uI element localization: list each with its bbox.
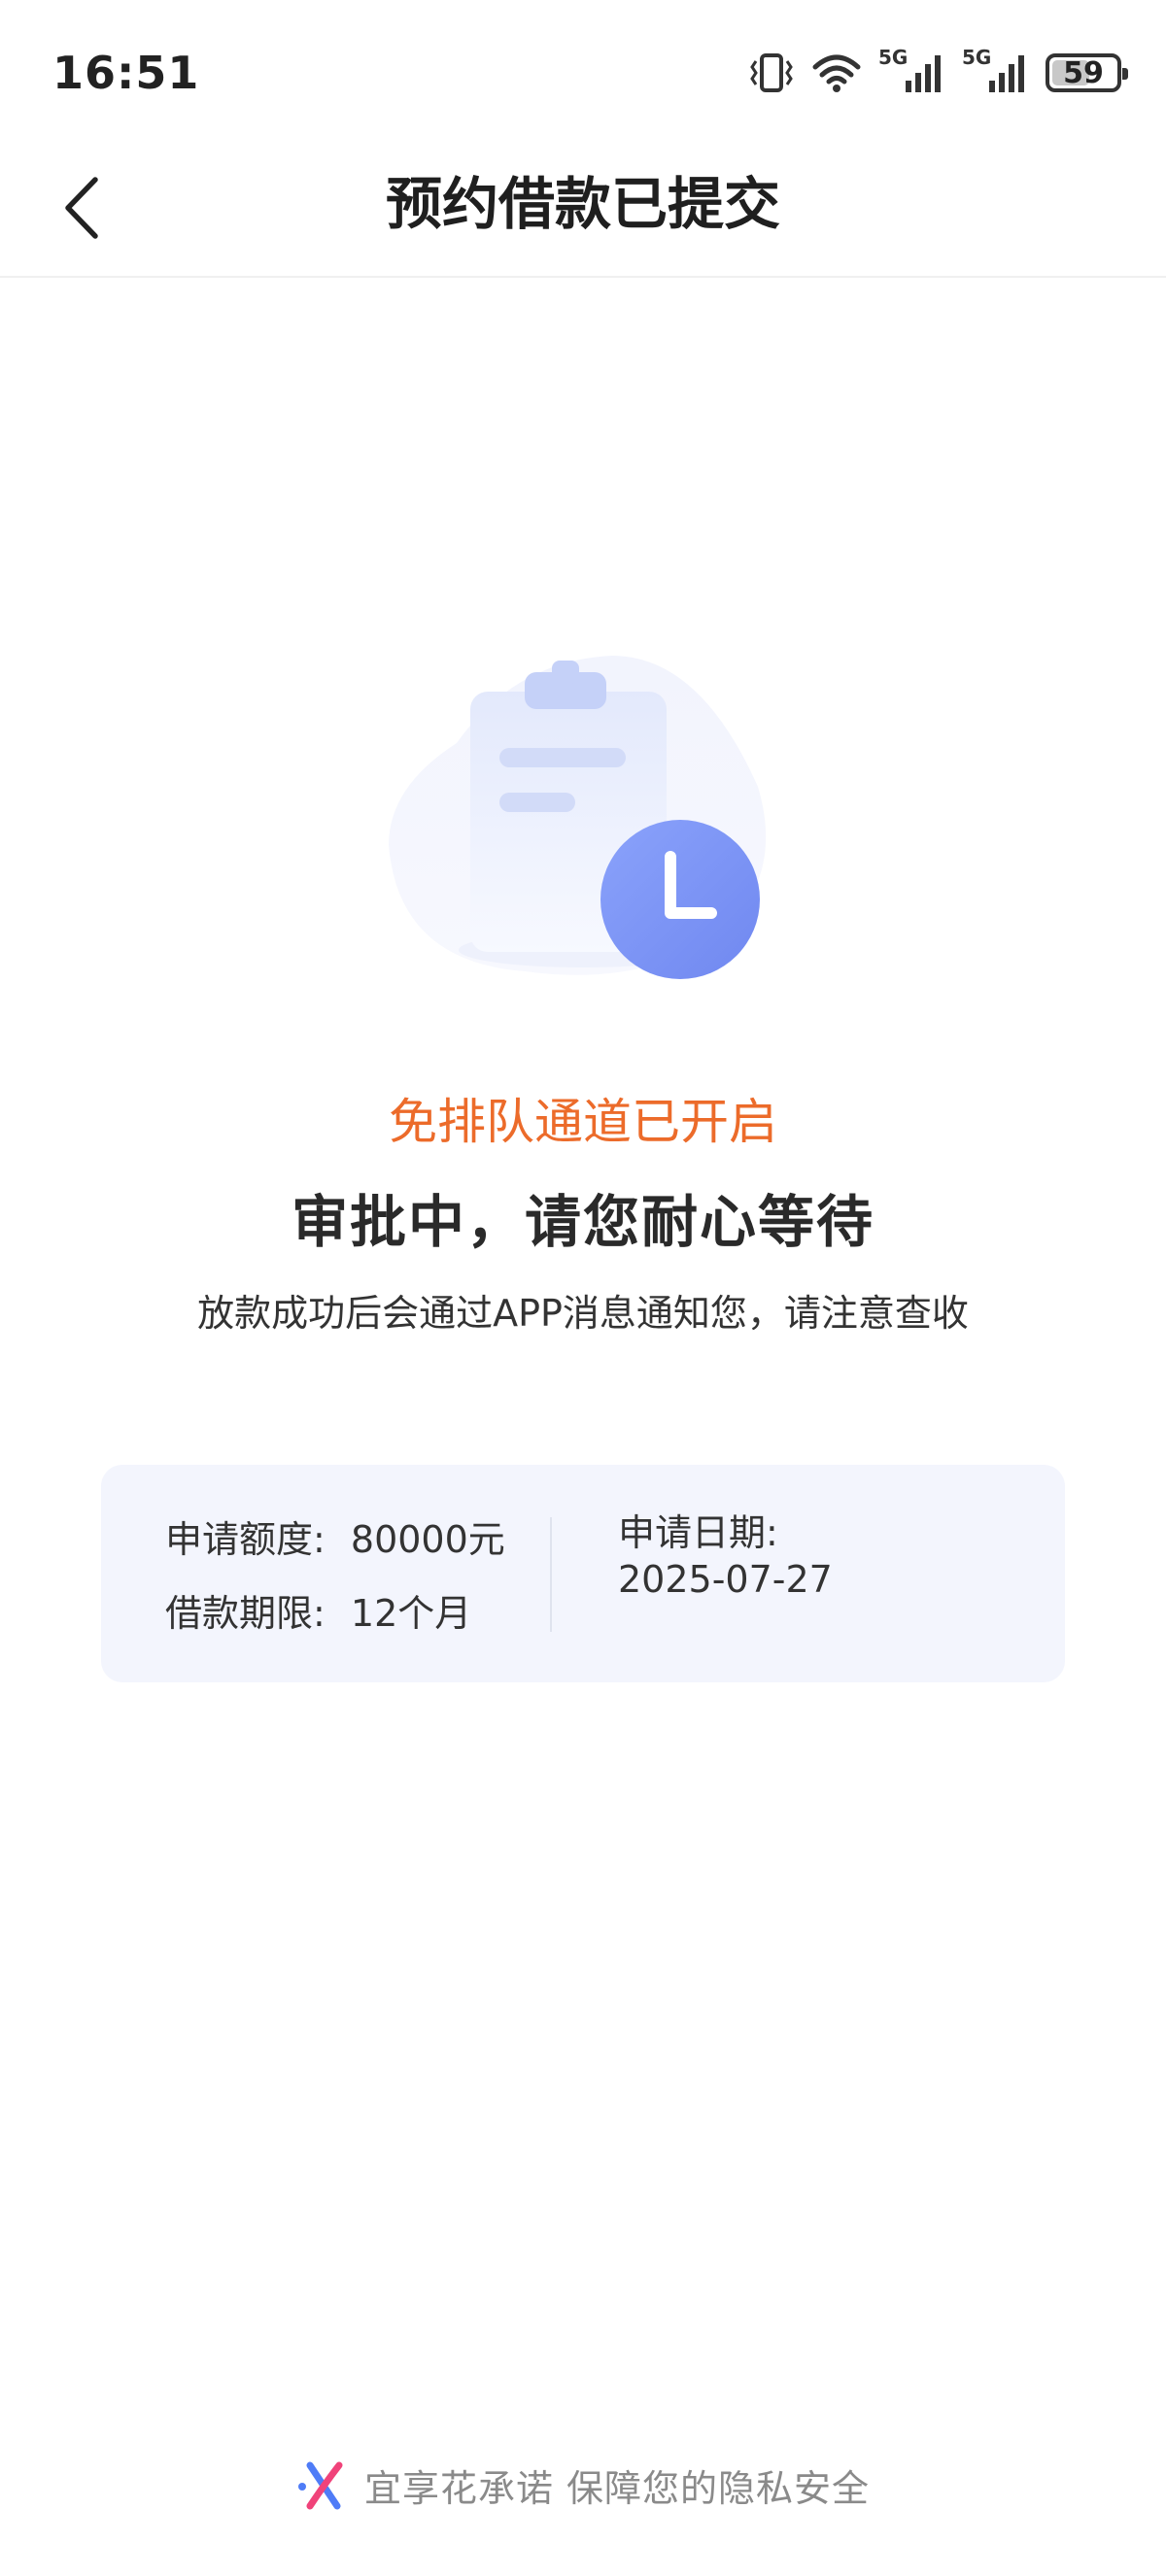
battery-percent: 59 <box>1063 55 1104 90</box>
battery-icon: 59 <box>1046 53 1128 92</box>
yixianghua-logo-icon <box>297 2461 343 2510</box>
page: 16:51 5G 5G 59 预约借款已提交 免排队通道已开启 审批中，请您耐心… <box>0 0 1166 2576</box>
wifi-icon <box>812 54 861 92</box>
status-headline: 审批中，请您耐心等待 <box>291 1189 874 1255</box>
signal-5g-icon: 5G <box>878 46 944 94</box>
term-row: 借款期限: 12个月 <box>165 1583 505 1644</box>
loan-details: 申请额度: 80000元 借款期限: 12个月 <box>165 1509 505 1644</box>
term-label: 借款期限: <box>165 1592 326 1635</box>
fast-track-notice: 免排队通道已开启 <box>389 1094 777 1150</box>
privacy-statement: 宜享花承诺 保障您的隐私安全 <box>363 2466 871 2510</box>
amount-row: 申请额度: 80000元 <box>165 1509 505 1570</box>
application-date: 申请日期: 2025-07-27 <box>618 1509 833 1603</box>
term-value: 12个月 <box>350 1592 472 1635</box>
card-divider <box>550 1517 552 1632</box>
notification-hint: 放款成功后会通过APP消息通知您，请注意查收 <box>197 1292 969 1335</box>
network-type-label: 5G <box>962 46 992 69</box>
vibrate-icon <box>750 53 793 92</box>
amount-value: 80000元 <box>350 1518 505 1561</box>
status-bar: 16:51 5G 5G 59 <box>0 0 1166 146</box>
signal-5g-icon: 5G <box>962 46 1028 94</box>
date-value: 2025-07-27 <box>618 1558 833 1601</box>
status-time: 16:51 <box>52 47 200 99</box>
page-title: 预约借款已提交 <box>385 171 780 237</box>
privacy-footer: 宜享花承诺 保障您的隐私安全 <box>0 2457 1166 2512</box>
clipboard-clock-icon <box>389 656 767 979</box>
network-type-label: 5G <box>878 46 909 69</box>
application-info-card: 申请额度: 80000元 借款期限: 12个月 申请日期: 2025-07-27 <box>101 1465 1065 1682</box>
amount-label: 申请额度: <box>165 1518 326 1561</box>
date-label: 申请日期: <box>618 1511 778 1554</box>
status-icons: 5G 5G 59 <box>748 46 1128 97</box>
nav-bar: 预约借款已提交 <box>0 146 1166 278</box>
